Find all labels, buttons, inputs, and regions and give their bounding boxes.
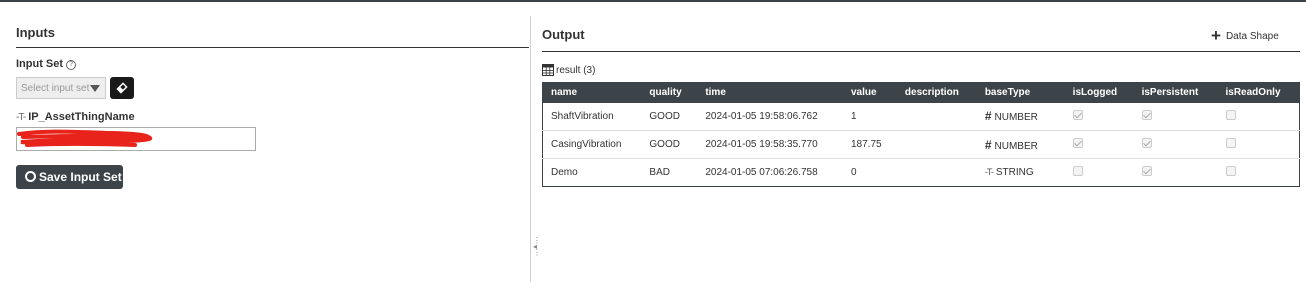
panel-splitter[interactable] (530, 16, 531, 282)
inputs-divider (16, 47, 529, 48)
basetype-label: STRING (995, 167, 1034, 178)
param-label: -T- IP_AssetThingName (16, 111, 135, 123)
col-header-ispersistent[interactable]: isPersistent (1134, 83, 1218, 103)
cell-isreadonly (1217, 130, 1300, 159)
col-header-quality[interactable]: quality (641, 83, 697, 103)
col-header-islogged[interactable]: isLogged (1065, 83, 1134, 103)
col-header-basetype[interactable]: baseType (977, 83, 1065, 103)
cell-name: ShaftVibration (542, 102, 642, 131)
col-header-name[interactable]: name (543, 83, 642, 103)
output-title: Output (542, 27, 585, 42)
cell-islogged (1065, 159, 1134, 187)
splitter-grip-icon[interactable]: ⋮ ◂ ⋮ (533, 237, 541, 257)
cell-ispersistent (1133, 102, 1218, 131)
cell-ispersistent (1133, 130, 1218, 159)
save-input-set-label: Save Input Set (39, 170, 122, 184)
col-header-time[interactable]: time (697, 83, 843, 103)
cell-quality: GOOD (641, 130, 698, 159)
cell-basetype: -T- STRING (977, 159, 1065, 187)
cell-name: CasingVibration (542, 130, 642, 159)
cell-isreadonly (1217, 102, 1300, 131)
cell-time: 2024-01-05 19:58:06.762 (697, 102, 843, 131)
table-row[interactable]: ShaftVibration GOOD 2024-01-05 19:58:06.… (542, 102, 1300, 131)
string-icon: -T- (16, 112, 26, 123)
save-input-set-button[interactable]: Save Input Set (16, 165, 123, 189)
result-label-text: result (3) (556, 65, 596, 76)
data-shape-label: Data Shape (1225, 31, 1279, 42)
col-header-value[interactable]: value (843, 83, 897, 103)
isreadonly-checkbox (1225, 109, 1236, 120)
cell-description (896, 130, 977, 159)
input-set-label-text: Input Set (16, 58, 64, 70)
cell-value: 0 (850, 167, 857, 178)
cell-description (896, 102, 977, 131)
cell-value: 1 (842, 102, 897, 131)
hash-icon: # (984, 137, 992, 152)
inputs-title: Inputs (16, 25, 55, 40)
data-shape-button[interactable]: + Data Shape (1211, 26, 1279, 46)
cell-name: Demo (551, 167, 578, 178)
ispersistent-checkbox (1141, 109, 1152, 120)
cell-isreadonly (1218, 159, 1300, 187)
input-set-select[interactable]: Select input set (16, 77, 106, 99)
cell-basetype: # NUMBER (976, 102, 1065, 131)
table-row[interactable]: Demo BAD 2024-01-05 07:06:26.758 0 -T- ST… (543, 159, 1300, 187)
plus-icon: + (1211, 26, 1221, 45)
clear-input-set-button[interactable] (110, 77, 134, 99)
ispersistent-checkbox (1141, 138, 1152, 148)
input-set-label: Input Set? (16, 58, 77, 70)
islogged-checkbox (1072, 166, 1083, 176)
ispersistent-checkbox (1141, 166, 1152, 176)
isreadonly-checkbox (1225, 138, 1236, 148)
table-row[interactable]: CasingVibration GOOD 2024-01-05 19:58:35… (542, 130, 1300, 159)
cell-basetype: # NUMBER (976, 130, 1065, 159)
islogged-checkbox (1072, 138, 1083, 148)
cell-description (897, 159, 977, 187)
eraser-icon (116, 82, 128, 94)
help-icon[interactable]: ? (66, 60, 77, 70)
cell-ispersistent (1134, 159, 1218, 187)
result-label: result (3) (542, 64, 595, 76)
input-set-select-value: Select input set (21, 83, 90, 94)
cell-islogged (1064, 130, 1134, 159)
inputs-panel: Inputs Input Set? Select input set -T- IP… (0, 2, 530, 282)
cell-time: 2024-01-05 07:06:26.758 (705, 167, 818, 178)
output-divider (542, 51, 1300, 52)
table-header-row: name quality time value description base… (542, 82, 1300, 103)
cell-quality: GOOD (641, 102, 698, 131)
circle-icon (25, 171, 36, 182)
hash-icon: # (984, 109, 992, 124)
cell-quality: BAD (649, 167, 670, 178)
col-header-isreadonly[interactable]: isReadOnly (1218, 83, 1300, 103)
cell-islogged (1064, 102, 1134, 131)
basetype-label: NUMBER (994, 140, 1038, 152)
result-table: name quality time value description base… (542, 82, 1300, 187)
basetype-label: NUMBER (994, 112, 1038, 124)
param-name: IP_AssetThingName (28, 111, 135, 123)
string-icon: -T- (984, 167, 994, 177)
cell-time: 2024-01-05 19:58:35.770 (697, 130, 843, 159)
islogged-checkbox (1072, 109, 1083, 120)
chevron-down-icon (90, 85, 100, 92)
col-header-description[interactable]: description (897, 83, 977, 103)
cell-value: 187.75 (842, 130, 897, 159)
redaction-scribble (17, 129, 153, 147)
table-icon (542, 64, 554, 76)
output-panel: Output + Data Shape result (3) name quali… (541, 2, 1306, 282)
isreadonly-checkbox (1225, 166, 1236, 176)
